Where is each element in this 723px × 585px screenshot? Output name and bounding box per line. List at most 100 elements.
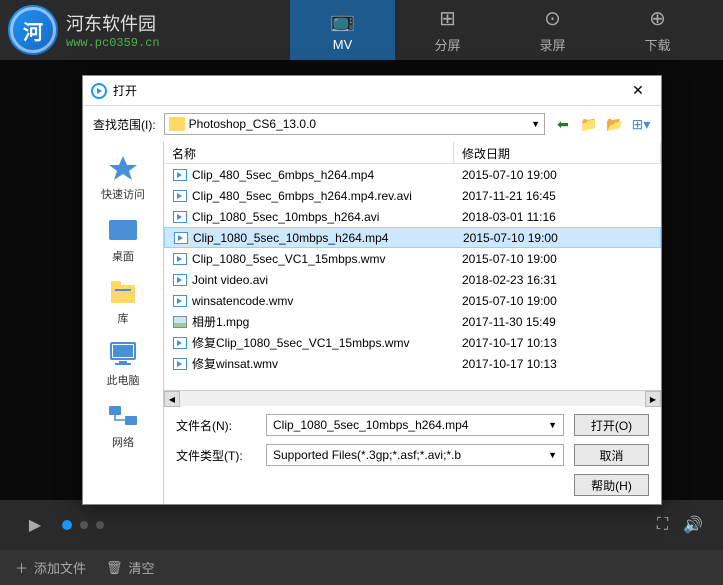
file-row[interactable]: 相册1.mpg2017-11-30 15:49 <box>164 311 661 332</box>
computer-icon <box>105 338 141 370</box>
sidebar-thispc[interactable]: 此电脑 <box>105 338 141 388</box>
chevron-down-icon: ▼ <box>531 119 540 129</box>
sidebar-desktop[interactable]: 桌面 <box>105 214 141 264</box>
sidebar-label: 库 <box>118 310 129 326</box>
file-type-icon <box>172 188 188 204</box>
file-row[interactable]: Clip_1080_5sec_10mbps_h264.mp42015-07-10… <box>164 227 661 248</box>
player-controls: ▶ ⛶ 🔊 <box>0 500 723 550</box>
file-list[interactable]: Clip_480_5sec_6mbps_h264.mp42015-07-10 1… <box>164 164 661 390</box>
file-type-icon <box>172 251 188 267</box>
tab-label: MV <box>333 37 353 52</box>
tab-label: 下载 <box>644 35 670 54</box>
add-file-button[interactable]: ＋ 添加文件 <box>15 558 86 577</box>
filename-input[interactable]: Clip_1080_5sec_10mbps_h264.mp4 ▼ <box>266 414 564 436</box>
clear-button[interactable]: 🗑 清空 <box>106 558 155 577</box>
file-date: 2015-07-10 19:00 <box>462 168 557 182</box>
add-file-label: 添加文件 <box>34 558 86 577</box>
scroll-track[interactable] <box>180 391 645 406</box>
filetype-value: Supported Files(*.3gp;*.asf;*.avi;*.b <box>273 448 461 462</box>
fullscreen-icon[interactable]: ⛶ <box>657 516 668 534</box>
file-type-icon <box>172 293 188 309</box>
tab-record[interactable]: ⊙ 录屏 <box>500 0 605 60</box>
play-button[interactable]: ▶ <box>20 510 50 540</box>
tab-mv[interactable]: 📺 MV <box>290 0 395 60</box>
action-bar: ＋ 添加文件 🗑 清空 <box>0 550 723 585</box>
filename-value: Clip_1080_5sec_10mbps_h264.mp4 <box>273 418 468 432</box>
column-name[interactable]: 名称 <box>164 142 454 163</box>
app-header: 河 河东软件园 www.pc0359.cn 📺 MV ⊞ 分屏 ⊙ 录屏 ⊕ 下… <box>0 0 723 60</box>
file-row[interactable]: Clip_1080_5sec_10mbps_h264.avi2018-03-01… <box>164 206 661 227</box>
sidebar-label: 快速访问 <box>101 186 145 202</box>
logo-area: 河 河东软件园 www.pc0359.cn <box>0 5 290 55</box>
file-list-area: 名称 修改日期 Clip_480_5sec_6mbps_h264.mp42015… <box>163 142 661 504</box>
file-open-dialog: 打开 ✕ 查找范围(I): Photoshop_CS6_13.0.0 ▼ ⬅ 📁… <box>82 75 662 505</box>
cancel-button[interactable]: 取消 <box>574 444 649 466</box>
filetype-dropdown[interactable]: Supported Files(*.3gp;*.asf;*.avi;*.b ▼ <box>266 444 564 466</box>
sidebar-label: 网络 <box>112 434 134 450</box>
folder-icon <box>169 117 185 131</box>
file-row[interactable]: 修复Clip_1080_5sec_VC1_15mbps.wmv2017-10-1… <box>164 332 661 353</box>
page-indicator <box>62 520 104 530</box>
lookin-label: 查找范围(I): <box>93 116 156 133</box>
file-date: 2017-10-17 10:13 <box>462 336 557 350</box>
view-menu-icon[interactable]: ⊞▾ <box>631 114 651 134</box>
logo-icon: 河 <box>8 5 58 55</box>
tab-download[interactable]: ⊕ 下载 <box>605 0 710 60</box>
folder-name: Photoshop_CS6_13.0.0 <box>189 117 316 131</box>
sidebar-network[interactable]: 网络 <box>105 400 141 450</box>
dialog-footer: 文件名(N): Clip_1080_5sec_10mbps_h264.mp4 ▼… <box>164 406 661 504</box>
file-row[interactable]: 修复winsat.wmv2017-10-17 10:13 <box>164 353 661 374</box>
file-date: 2017-11-21 16:45 <box>462 189 556 203</box>
dot[interactable] <box>80 521 88 529</box>
chevron-down-icon: ▼ <box>548 420 557 430</box>
file-row[interactable]: Clip_480_5sec_6mbps_h264.mp42015-07-10 1… <box>164 164 661 185</box>
library-icon <box>105 276 141 308</box>
file-date: 2015-07-10 19:00 <box>462 294 557 308</box>
dot-active[interactable] <box>62 520 72 530</box>
file-date: 2018-02-23 16:31 <box>462 273 557 287</box>
close-button[interactable]: ✕ <box>623 81 653 101</box>
plus-icon: ＋ <box>15 558 28 577</box>
sidebar-label: 此电脑 <box>107 372 140 388</box>
dot[interactable] <box>96 521 104 529</box>
horizontal-scrollbar[interactable]: ◀ ▶ <box>164 390 661 406</box>
up-folder-icon[interactable]: 📁 <box>579 114 599 134</box>
sidebar-library[interactable]: 库 <box>105 276 141 326</box>
scroll-left-icon[interactable]: ◀ <box>164 391 180 407</box>
folder-dropdown[interactable]: Photoshop_CS6_13.0.0 ▼ <box>164 113 545 135</box>
volume-icon[interactable]: 🔊 <box>683 515 703 535</box>
file-date: 2018-03-01 11:16 <box>462 210 556 224</box>
grid-icon: ⊞ <box>439 6 456 31</box>
desktop-icon <box>105 214 141 246</box>
file-date: 2015-07-10 19:00 <box>463 231 558 245</box>
file-row[interactable]: Clip_1080_5sec_VC1_15mbps.wmv2015-07-10 … <box>164 248 661 269</box>
file-name: Clip_1080_5sec_10mbps_h264.avi <box>192 210 462 224</box>
file-row[interactable]: winsatencode.wmv2015-07-10 19:00 <box>164 290 661 311</box>
back-icon[interactable]: ⬅ <box>553 114 573 134</box>
filename-label: 文件名(N): <box>176 417 256 434</box>
clear-label: 清空 <box>129 558 155 577</box>
network-icon <box>105 400 141 432</box>
file-row[interactable]: Joint video.avi2018-02-23 16:31 <box>164 269 661 290</box>
dialog-toolbar: 查找范围(I): Photoshop_CS6_13.0.0 ▼ ⬅ 📁 📂 ⊞▾ <box>83 106 661 142</box>
help-button[interactable]: 帮助(H) <box>574 474 649 496</box>
dialog-titlebar[interactable]: 打开 ✕ <box>83 76 661 106</box>
chevron-down-icon: ▼ <box>548 450 557 460</box>
file-name: Clip_1080_5sec_VC1_15mbps.wmv <box>192 252 462 266</box>
open-button[interactable]: 打开(O) <box>574 414 649 436</box>
trash-icon: 🗑 <box>106 560 123 576</box>
file-date: 2017-10-17 10:13 <box>462 357 557 371</box>
scroll-right-icon[interactable]: ▶ <box>645 391 661 407</box>
dialog-title: 打开 <box>113 82 623 99</box>
file-type-icon <box>172 335 188 351</box>
file-name: Clip_1080_5sec_10mbps_h264.mp4 <box>193 231 463 245</box>
file-name: Clip_480_5sec_6mbps_h264.mp4 <box>192 168 462 182</box>
tab-split[interactable]: ⊞ 分屏 <box>395 0 500 60</box>
new-folder-icon[interactable]: 📂 <box>605 114 625 134</box>
file-name: 修复Clip_1080_5sec_VC1_15mbps.wmv <box>192 334 462 351</box>
file-row[interactable]: Clip_480_5sec_6mbps_h264.mp4.rev.avi2017… <box>164 185 661 206</box>
nav-tabs: 📺 MV ⊞ 分屏 ⊙ 录屏 ⊕ 下载 <box>290 0 710 60</box>
file-name: 相册1.mpg <box>192 313 462 330</box>
sidebar-quick-access[interactable]: 快速访问 <box>101 152 145 202</box>
column-date[interactable]: 修改日期 <box>454 142 661 163</box>
